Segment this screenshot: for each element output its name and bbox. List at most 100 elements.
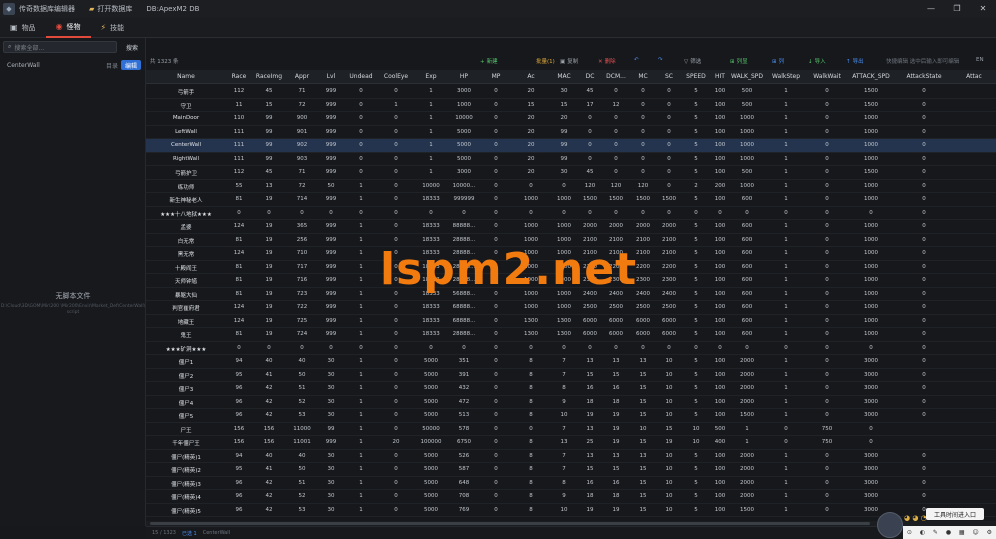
table-cell[interactable]: 1: [764, 385, 808, 391]
table-cell[interactable]: 0: [808, 466, 846, 472]
table-cell[interactable]: 0: [344, 142, 378, 148]
cell-name[interactable]: 地藏王: [146, 318, 226, 326]
table-cell[interactable]: 19: [602, 439, 630, 445]
table-cell[interactable]: 18333: [414, 223, 448, 229]
table-cell[interactable]: 1000: [846, 129, 896, 135]
table-cell[interactable]: 3000: [448, 88, 480, 94]
table-cell[interactable]: 0: [378, 142, 414, 148]
table-cell[interactable]: 999: [318, 88, 344, 94]
table-cell[interactable]: 1: [764, 507, 808, 513]
table-cell[interactable]: 100: [710, 466, 730, 472]
table-cell[interactable]: 0: [378, 129, 414, 135]
table-cell[interactable]: 18: [578, 399, 602, 405]
table-cell[interactable]: 0: [480, 480, 512, 486]
table-cell[interactable]: 1: [414, 129, 448, 135]
table-cell[interactable]: 1: [344, 250, 378, 256]
table-cell[interactable]: 124: [226, 304, 252, 310]
table-cell[interactable]: 8: [512, 385, 550, 391]
table-cell[interactable]: 15: [630, 412, 656, 418]
table-cell[interactable]: 5000: [414, 372, 448, 378]
column-header[interactable]: Undead: [344, 73, 378, 80]
cell-name[interactable]: 尸王: [146, 426, 226, 434]
table-cell[interactable]: 578: [448, 426, 480, 432]
table-cell[interactable]: 1: [764, 358, 808, 364]
table-cell[interactable]: 15: [656, 426, 682, 432]
table-cell[interactable]: 0: [480, 385, 512, 391]
table-cell[interactable]: 1: [344, 318, 378, 324]
column-header[interactable]: Exp: [414, 73, 448, 80]
table-cell[interactable]: 710: [286, 250, 318, 256]
toolbar-action-5[interactable]: ↷: [658, 57, 665, 63]
table-row[interactable]: ★★★矿洞★★★ 0 0 0 0 0 0 0 0 0 0 0 0 0 0 0 0 0 0 0 0 0 0: [146, 342, 996, 355]
table-cell[interactable]: 1000: [550, 237, 578, 243]
table-cell[interactable]: 714: [286, 196, 318, 202]
table-cell[interactable]: 13: [630, 453, 656, 459]
table-cell[interactable]: 5: [682, 453, 710, 459]
table-cell[interactable]: 1: [344, 358, 378, 364]
table-cell[interactable]: 0: [710, 210, 730, 216]
scrollbar-thumb[interactable]: [150, 522, 870, 525]
table-cell[interactable]: 15: [578, 466, 602, 472]
column-header[interactable]: WALK_SPD: [730, 73, 764, 80]
table-cell[interactable]: 5: [682, 264, 710, 270]
table-cell[interactable]: 5000: [448, 156, 480, 162]
table-cell[interactable]: 365: [286, 223, 318, 229]
table-cell[interactable]: 999: [318, 439, 344, 445]
table-cell[interactable]: 81: [226, 291, 252, 297]
table-cell[interactable]: 1: [414, 115, 448, 121]
table-cell[interactable]: 42: [252, 507, 286, 513]
table-cell[interactable]: 0: [896, 183, 952, 189]
chat-entry-button[interactable]: 工具时间进入口: [926, 508, 984, 520]
table-cell[interactable]: 5: [682, 412, 710, 418]
table-cell[interactable]: 2000: [730, 453, 764, 459]
table-cell[interactable]: 0: [764, 426, 808, 432]
table-cell[interactable]: 25: [578, 439, 602, 445]
table-cell[interactable]: 750: [808, 426, 846, 432]
table-cell[interactable]: 1: [344, 439, 378, 445]
table-cell[interactable]: 30: [318, 453, 344, 459]
table-cell[interactable]: 0: [808, 169, 846, 175]
table-cell[interactable]: 0: [344, 129, 378, 135]
table-cell[interactable]: 28888...: [448, 237, 480, 243]
table-cell[interactable]: 0: [896, 385, 952, 391]
table-cell[interactable]: 0: [512, 210, 550, 216]
table-cell[interactable]: 20: [378, 439, 414, 445]
table-cell[interactable]: 18333: [414, 196, 448, 202]
table-cell[interactable]: 111: [226, 142, 252, 148]
table-cell[interactable]: 81: [226, 277, 252, 283]
column-header[interactable]: SC: [656, 73, 682, 80]
table-cell[interactable]: 5: [682, 507, 710, 513]
table-cell[interactable]: 0: [764, 210, 808, 216]
column-header[interactable]: WalkWait: [808, 73, 846, 80]
table-cell[interactable]: 1: [344, 385, 378, 391]
table-cell[interactable]: 901: [286, 129, 318, 135]
column-header[interactable]: HIT: [710, 73, 730, 80]
column-header[interactable]: AttackState: [896, 73, 952, 80]
table-cell[interactable]: 100: [710, 142, 730, 148]
table-cell[interactable]: 0: [602, 156, 630, 162]
table-cell[interactable]: 100000: [414, 439, 448, 445]
tab-items[interactable]: ▣ 物品: [0, 18, 46, 38]
table-cell[interactable]: 19: [656, 439, 682, 445]
table-cell[interactable]: 0: [378, 466, 414, 472]
table-cell[interactable]: 1: [344, 466, 378, 472]
table-cell[interactable]: 18333: [414, 331, 448, 337]
table-cell[interactable]: 52: [286, 399, 318, 405]
cell-name[interactable]: 守卫: [146, 102, 226, 110]
table-cell[interactable]: 0: [480, 318, 512, 324]
table-cell[interactable]: 0: [480, 129, 512, 135]
table-row[interactable]: 僵尸(精英)4 96 42 52 30 1 0 5000 708 0 8 9 18 18 15 10 5 100 2…: [146, 490, 996, 504]
table-cell[interactable]: 200: [710, 183, 730, 189]
table-cell[interactable]: 0: [630, 210, 656, 216]
table-cell[interactable]: 30: [318, 480, 344, 486]
table-cell[interactable]: 0: [344, 210, 378, 216]
table-cell[interactable]: 1: [344, 507, 378, 513]
table-cell[interactable]: 722: [286, 304, 318, 310]
toolbar-action-6[interactable]: ▽ 筛选: [684, 57, 701, 65]
table-cell[interactable]: 1: [764, 183, 808, 189]
table-cell[interactable]: 15: [630, 399, 656, 405]
table-cell[interactable]: 18333: [414, 237, 448, 243]
table-cell[interactable]: 50: [286, 466, 318, 472]
table-cell[interactable]: 716: [286, 277, 318, 283]
table-cell[interactable]: 999: [318, 223, 344, 229]
